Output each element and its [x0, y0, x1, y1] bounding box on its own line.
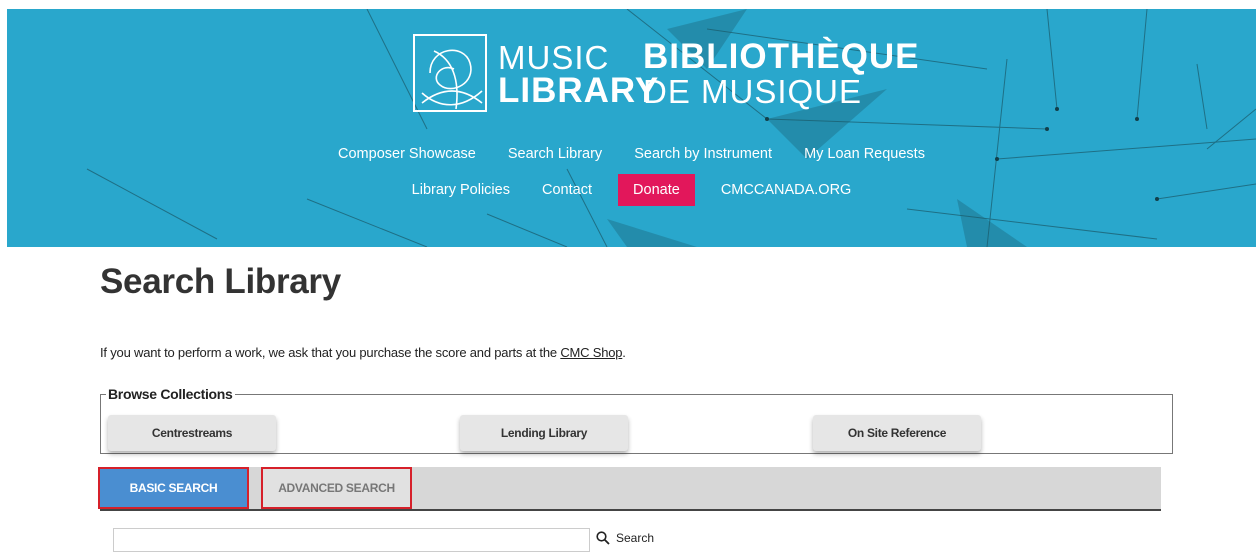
intro-period: .	[622, 345, 626, 360]
nav-contact[interactable]: Contact	[542, 182, 592, 198]
nav-composer-showcase[interactable]: Composer Showcase	[338, 146, 476, 162]
main-nav-row2: Library Policies Contact Donate CMCCANAD…	[7, 174, 1256, 206]
logo-wordmark: MUSIC LIBRARY BIBLIOTHÈQUE DE MUSIQUE	[498, 33, 938, 113]
site-logo[interactable]: MUSIC LIBRARY BIBLIOTHÈQUE DE MUSIQUE	[412, 33, 918, 113]
search-input[interactable]	[113, 528, 590, 552]
centrestreams-button[interactable]: Centrestreams	[108, 415, 276, 451]
donate-button[interactable]: Donate	[618, 174, 695, 206]
page-title: Search Library	[100, 262, 341, 301]
nav-search-by-instrument[interactable]: Search by Instrument	[634, 146, 772, 162]
lending-library-button[interactable]: Lending Library	[460, 415, 628, 451]
search-button-label: Search	[616, 531, 655, 545]
nav-my-loan-requests[interactable]: My Loan Requests	[804, 146, 925, 162]
nav-library-policies[interactable]: Library Policies	[412, 182, 510, 198]
intro-sentence: If you want to perform a work, we ask th…	[100, 345, 561, 360]
cmc-shop-link[interactable]: CMC Shop	[560, 345, 622, 360]
logo-en-line2: LIBRARY	[498, 71, 660, 110]
tab-advanced-search[interactable]: ADVANCED SEARCH	[261, 467, 412, 509]
browse-collections: Browse Collections Centrestreams Lending…	[100, 386, 1173, 454]
tab-basic-search[interactable]: BASIC SEARCH	[98, 467, 249, 509]
main-nav-row1: Composer Showcase Search Library Search …	[7, 146, 1256, 162]
header-banner: MUSIC LIBRARY BIBLIOTHÈQUE DE MUSIQUE Co…	[7, 9, 1256, 247]
nav-cmccanada-org[interactable]: CMCCANADA.ORG	[721, 182, 852, 198]
logo-fr-line2: DE MUSIQUE	[643, 73, 863, 110]
search-button[interactable]: Search	[596, 528, 654, 548]
nav-search-library[interactable]: Search Library	[508, 146, 602, 162]
logo-fr-line1: BIBLIOTHÈQUE	[643, 37, 920, 76]
browse-collections-legend: Browse Collections	[108, 386, 233, 402]
music-library-logo-icon	[413, 34, 487, 112]
on-site-reference-button[interactable]: On Site Reference	[813, 415, 981, 451]
search-icon	[596, 531, 610, 545]
intro-text: If you want to perform a work, we ask th…	[100, 345, 626, 360]
search-tabs: BASIC SEARCH ADVANCED SEARCH	[98, 467, 1161, 511]
